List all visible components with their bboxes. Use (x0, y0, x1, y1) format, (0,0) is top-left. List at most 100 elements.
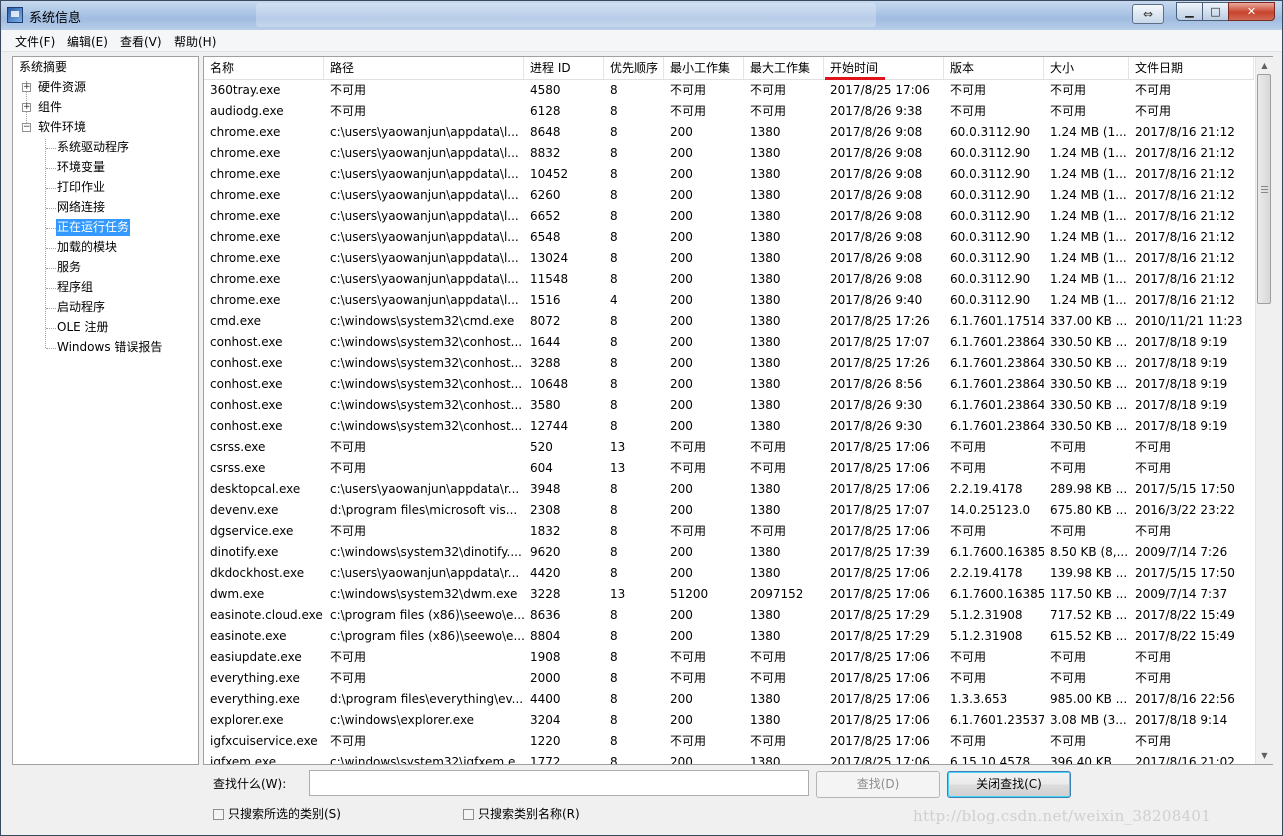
table-row[interactable]: chrome.exe c:\users\yaowanjun\appdata\l..… (204, 248, 1254, 269)
tree-item-program-groups[interactable]: 程序组 (57, 279, 93, 296)
search-selected-category-checkbox[interactable]: 只搜索所选的类别(S) (213, 806, 341, 822)
table-row[interactable]: chrome.exe c:\users\yaowanjun\appdata\l..… (204, 164, 1254, 185)
cell-size: 139.98 KB ... (1050, 566, 1128, 580)
column-header-name[interactable]: 名称 (204, 57, 324, 79)
table-row[interactable]: chrome.exe c:\users\yaowanjun\appdata\l..… (204, 227, 1254, 248)
column-header-version[interactable]: 版本 (944, 57, 1044, 79)
tree-item-system-drivers[interactable]: 系统驱动程序 (57, 139, 129, 156)
tree-item-startup-programs[interactable]: 启动程序 (57, 299, 105, 316)
table-row[interactable]: csrss.exe 不可用 604 13 不可用 不可用 2017/8/25 17:06 不可… (204, 458, 1254, 479)
cell-size: 330.50 KB ... (1050, 356, 1128, 370)
table-row[interactable]: everything.exe 不可用 2000 8 不可用 不可用 2017/8/25 17… (204, 668, 1254, 689)
table-row[interactable]: conhost.exe c:\windows\system32\conhost..… (204, 374, 1254, 395)
menu-file[interactable]: 文件(F) (15, 33, 55, 50)
cell-name: easinote.exe (210, 629, 287, 643)
table-row[interactable]: dgservice.exe 不可用 1832 8 不可用 不可用 2017/8/25 17:… (204, 521, 1254, 542)
column-header-priority[interactable]: 优先顺序 (604, 57, 664, 79)
column-header-size[interactable]: 大小 (1044, 57, 1129, 79)
table-row[interactable]: csrss.exe 不可用 520 13 不可用 不可用 2017/8/25 17:06 不可… (204, 437, 1254, 458)
table-row[interactable]: explorer.exe c:\windows\explorer.exe 3204 8… (204, 710, 1254, 731)
table-row[interactable]: cmd.exe c:\windows\system32\cmd.exe 8072 8 2… (204, 311, 1254, 332)
table-row[interactable]: conhost.exe c:\windows\system32\conhost..… (204, 416, 1254, 437)
table-row[interactable]: igfxem.exe c:\windows\system32\igfxem.e..… (204, 752, 1254, 765)
table-row[interactable]: conhost.exe c:\windows\system32\conhost..… (204, 332, 1254, 353)
table-row[interactable]: desktopcal.exe c:\users\yaowanjun\appdata… (204, 479, 1254, 500)
cell-pid: 4400 (530, 692, 561, 706)
cell-priority: 8 (610, 734, 618, 748)
table-row[interactable]: dinotify.exe c:\windows\system32\dinotify… (204, 542, 1254, 563)
tree-item-components[interactable]: 组件 (38, 99, 62, 116)
menu-view[interactable]: 查看(V) (120, 33, 162, 50)
menu-help[interactable]: 帮助(H) (174, 33, 216, 50)
switch-window-icon[interactable]: ⇔ (1132, 4, 1164, 24)
expand-plus-icon[interactable]: + (22, 103, 31, 112)
vertical-scrollbar[interactable]: ▲ ▼ (1255, 57, 1273, 764)
table-row[interactable]: devenv.exe d:\program files\microsoft vis… (204, 500, 1254, 521)
tree-item-services[interactable]: 服务 (57, 259, 81, 276)
cell-path: c:\users\yaowanjun\appdata\l... (330, 146, 519, 160)
table-row[interactable]: conhost.exe c:\windows\system32\conhost..… (204, 353, 1254, 374)
table-row[interactable]: easinote.exe c:\program files (x86)\seewo… (204, 626, 1254, 647)
cell-start-time: 2017/8/25 17:07 (830, 503, 930, 517)
table-row[interactable]: chrome.exe c:\users\yaowanjun\appdata\l..… (204, 269, 1254, 290)
scroll-up-arrow-icon[interactable]: ▲ (1256, 57, 1273, 74)
column-header-path[interactable]: 路径 (324, 57, 524, 79)
cell-name: devenv.exe (210, 503, 279, 517)
cell-name: conhost.exe (210, 356, 283, 370)
column-header-max-working-set[interactable]: 最大工作集 (744, 57, 824, 79)
tree-item-system-summary[interactable]: 系统摘要 (19, 59, 67, 76)
table-row[interactable]: conhost.exe c:\windows\system32\conhost..… (204, 395, 1254, 416)
cell-path: c:\users\yaowanjun\appdata\l... (330, 230, 519, 244)
column-header-pid[interactable]: 进程 ID (524, 57, 604, 79)
tree-item-windows-error-reporting[interactable]: Windows 错误报告 (57, 339, 162, 356)
table-row[interactable]: chrome.exe c:\users\yaowanjun\appdata\l..… (204, 185, 1254, 206)
collapse-minus-icon[interactable]: − (22, 123, 31, 132)
tree-item-hardware-resources[interactable]: 硬件资源 (38, 79, 86, 96)
tree-item-running-tasks[interactable]: 正在运行任务 (56, 219, 131, 236)
close-window-button[interactable]: ✕ (1228, 2, 1275, 21)
tree-item-software-environment[interactable]: 软件环境 (38, 119, 86, 136)
cell-size: 330.50 KB ... (1050, 398, 1128, 412)
cell-name: desktopcal.exe (210, 482, 301, 496)
table-row[interactable]: chrome.exe c:\users\yaowanjun\appdata\l..… (204, 206, 1254, 227)
table-row[interactable]: chrome.exe c:\users\yaowanjun\appdata\l..… (204, 290, 1254, 311)
table-row[interactable]: dwm.exe c:\windows\system32\dwm.exe 3228 13… (204, 584, 1254, 605)
cell-version: 60.0.3112.90 (950, 146, 1031, 160)
close-find-button[interactable]: 关闭查找(C) (947, 771, 1071, 798)
tree-item-network-connections[interactable]: 网络连接 (57, 199, 105, 216)
column-header-start-time[interactable]: 开始时间 (824, 57, 944, 79)
table-row[interactable]: 360tray.exe 不可用 4580 8 不可用 不可用 2017/8/25 17:06… (204, 80, 1254, 101)
table-row[interactable]: chrome.exe c:\users\yaowanjun\appdata\l..… (204, 143, 1254, 164)
maximize-button[interactable]: □ (1202, 2, 1229, 21)
tree-item-loaded-modules[interactable]: 加载的模块 (57, 239, 117, 256)
cell-version: 不可用 (950, 650, 987, 664)
tree-item-environment-variables[interactable]: 环境变量 (57, 159, 105, 176)
table-row[interactable]: easinote.cloud.exe c:\program files (x86)… (204, 605, 1254, 626)
table-row[interactable]: easiupdate.exe 不可用 1908 8 不可用 不可用 2017/8/25 17… (204, 647, 1254, 668)
table-row[interactable]: dkdockhost.exe c:\users\yaowanjun\appdata… (204, 563, 1254, 584)
find-what-input[interactable] (309, 770, 809, 796)
find-button[interactable]: 查找(D) (816, 771, 940, 798)
cell-min-working-set: 200 (670, 209, 693, 223)
table-row[interactable]: audiodg.exe 不可用 6128 8 不可用 不可用 2017/8/26 9:38 不… (204, 101, 1254, 122)
cell-version: 不可用 (950, 83, 987, 97)
scrollbar-thumb[interactable] (1257, 74, 1271, 304)
tree-item-print-jobs[interactable]: 打印作业 (57, 179, 105, 196)
table-row[interactable]: chrome.exe c:\users\yaowanjun\appdata\l..… (204, 122, 1254, 143)
cell-version: 6.15.10.4578 (950, 755, 1031, 765)
running-tasks-list[interactable]: 名称 路径 进程 ID 优先顺序 最小工作集 最大工作集 开始时间 版本 大小 … (203, 56, 1273, 765)
category-tree[interactable]: 系统摘要 + 硬件资源 + 组件 − 软件环境 系统驱动程序 环境变量 打印作业… (12, 56, 199, 765)
cell-version: 不可用 (950, 440, 987, 454)
expand-plus-icon[interactable]: + (22, 83, 31, 92)
column-header-file-date[interactable]: 文件日期 (1129, 57, 1254, 79)
minimize-button[interactable]: ▁ (1176, 2, 1203, 21)
column-header-min-working-set[interactable]: 最小工作集 (664, 57, 744, 79)
tree-item-ole-registration[interactable]: OLE 注册 (57, 319, 109, 336)
table-row[interactable]: igfxcuiservice.exe 不可用 1220 8 不可用 不可用 2017/8/2… (204, 731, 1254, 752)
scroll-down-arrow-icon[interactable]: ▼ (1256, 747, 1273, 764)
cell-name: chrome.exe (210, 125, 281, 139)
cell-start-time: 2017/8/25 17:07 (830, 335, 930, 349)
table-row[interactable]: everything.exe d:\program files\everythin… (204, 689, 1254, 710)
menu-edit[interactable]: 编辑(E) (67, 33, 108, 50)
search-category-names-checkbox[interactable]: 只搜索类别名称(R) (463, 806, 580, 822)
